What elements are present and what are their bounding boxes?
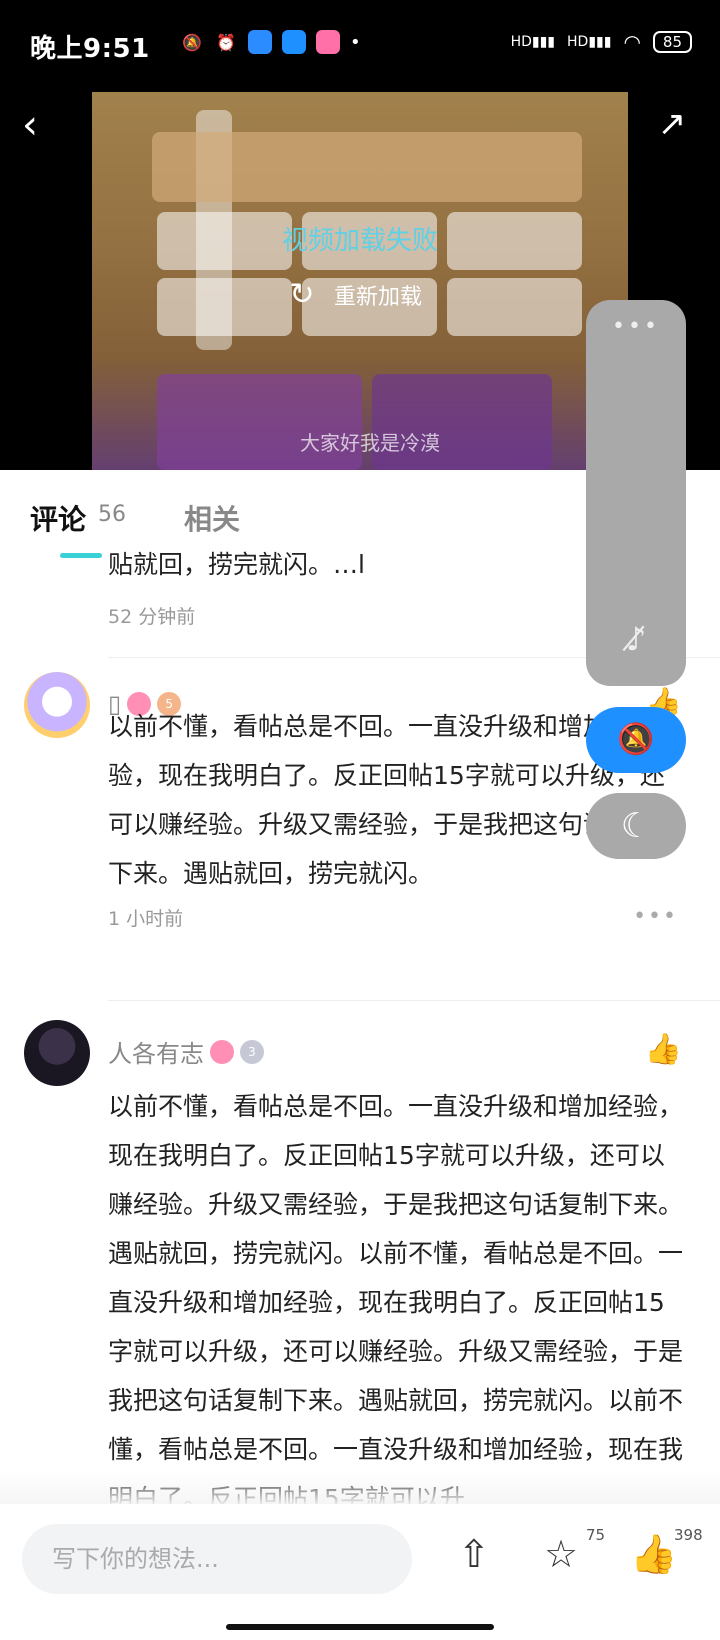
thumb-card (447, 278, 582, 336)
cloud-app-icon (248, 30, 272, 54)
comment-time: 1 小时前 (108, 908, 184, 930)
mute-icon: 🔕 (182, 32, 202, 52)
comment-time: 52 分钟前 (108, 606, 196, 628)
alarm-icon: ⏰ (216, 32, 236, 52)
more-dots-icon[interactable]: ••• (586, 314, 686, 339)
comment-input[interactable]: 写下你的想法... (22, 1524, 412, 1594)
signal-icon: HD▮▮▮ (510, 34, 556, 50)
comment-text: 以前不懂，看帖总是不回。一直没升级和增加经验，现在我明白了。反正回帖15字就可以… (108, 1092, 684, 1513)
like-count: 398 (674, 1526, 703, 1544)
reload-icon: ↻ (289, 277, 315, 312)
comment-username[interactable]: 人各有志 3 (108, 1034, 264, 1069)
status-notification-icons: 🔕 ⏰ • (180, 30, 361, 54)
favorite-count: 75 (586, 1526, 606, 1544)
status-right: HD▮▮▮ HD▮▮▮ ◠ 85 (511, 30, 692, 54)
status-time: 晚上9:51 (30, 34, 150, 64)
tab-active-indicator (60, 553, 102, 558)
username-text: 人各有志 (108, 1040, 204, 1068)
like-icon[interactable]: 👍 (630, 1532, 677, 1577)
back-button[interactable]: ‹ (22, 100, 62, 150)
tab-comments[interactable]: 评论 (30, 498, 86, 538)
share-button[interactable]: ↗ (650, 102, 694, 146)
thumb-banner (152, 132, 582, 202)
night-mode-button[interactable]: ☾ (586, 793, 686, 859)
status-bar: 晚上9:51 🔕 ⏰ • HD▮▮▮ HD▮▮▮ ◠ 85 (0, 0, 720, 92)
level-badge-icon: 3 (240, 1039, 264, 1064)
like-icon[interactable]: 👍 (645, 1032, 682, 1067)
bottom-bar: 写下你的想法... ⇧ ☆ 75 👍 398 (0, 1504, 720, 1640)
wifi-icon: ◠ (623, 30, 641, 54)
avatar[interactable] (24, 672, 90, 738)
floating-panel[interactable]: ••• ♪̸ (586, 300, 686, 686)
bell-off-icon: 🔕 (617, 722, 655, 757)
reload-label: 重新加载 (334, 285, 423, 310)
app-icon (282, 30, 306, 54)
avatar[interactable] (24, 1020, 90, 1086)
share-icon: ↗ (657, 104, 687, 144)
more-dots-icon[interactable]: ••• (633, 904, 678, 929)
signal-icon-2: HD▮▮▮ (567, 34, 612, 50)
music-off-icon[interactable]: ♪̸ (586, 620, 686, 658)
home-indicator[interactable] (226, 1624, 494, 1630)
gallery-app-icon (316, 30, 340, 54)
back-icon: ‹ (22, 102, 38, 148)
video-watermark-text: 大家好我是冷漠 (300, 431, 440, 455)
scroll-fade (0, 1470, 720, 1506)
bell-off-button[interactable]: 🔕 (586, 707, 686, 773)
tab-related[interactable]: 相关 (184, 498, 240, 538)
thumb-card (157, 278, 292, 336)
star-icon[interactable]: ☆ (544, 1532, 578, 1576)
moon-icon: ☾ (620, 806, 652, 846)
gender-badge-icon (210, 1039, 234, 1064)
comments-count: 56 (98, 502, 126, 527)
battery-icon: 85 (652, 31, 692, 53)
reload-button[interactable]: ↻ 重新加载 (284, 277, 422, 313)
video-error-text: 视频加载失败 (281, 226, 438, 256)
divider (108, 1000, 720, 1001)
upload-icon[interactable]: ⇧ (458, 1532, 490, 1576)
dot-icon: • (350, 31, 361, 53)
